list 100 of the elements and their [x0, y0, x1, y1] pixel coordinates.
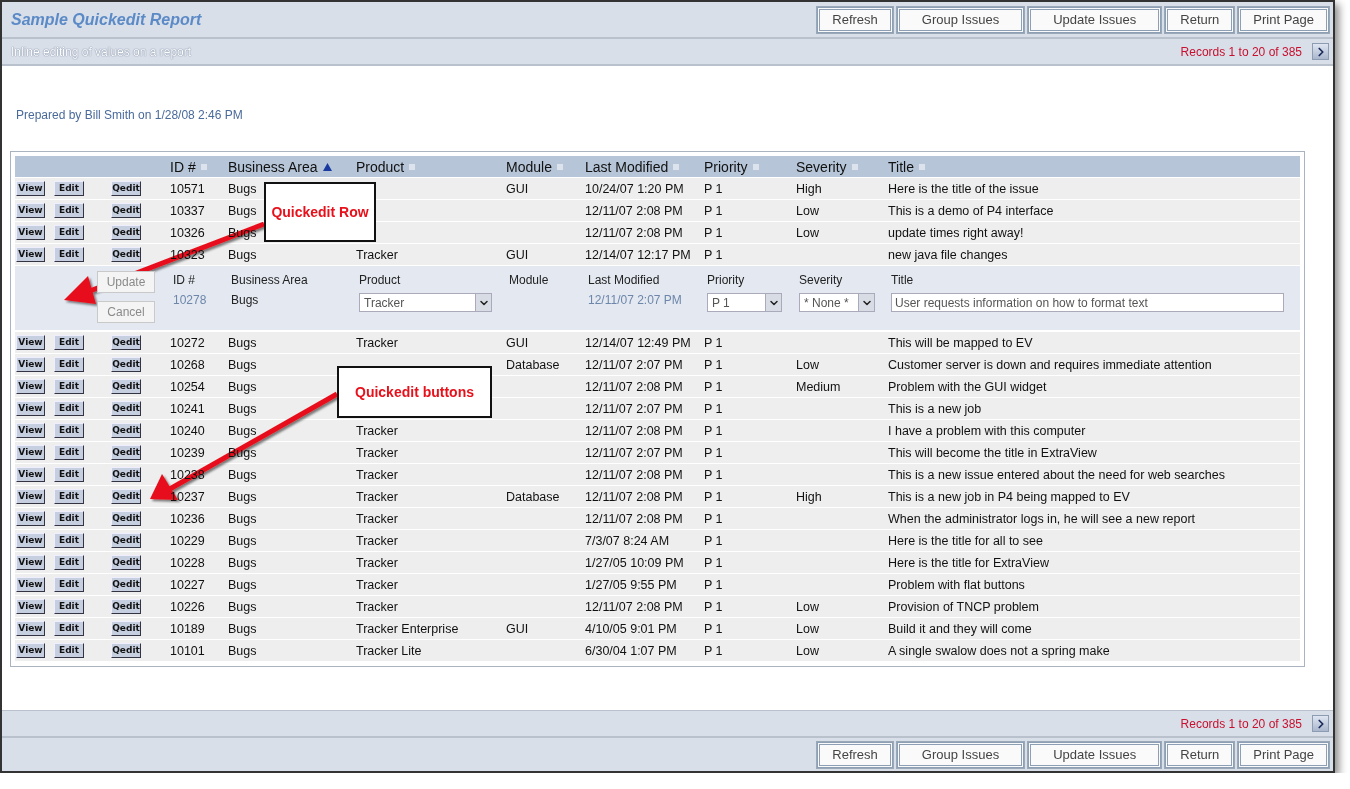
- column-header[interactable]: Product: [356, 158, 405, 175]
- table-cell: 12/11/07 2:08 PM: [585, 379, 683, 394]
- row-action-button[interactable]: Qedit: [111, 643, 141, 658]
- row-action-button[interactable]: Edit: [54, 423, 84, 438]
- row-action-button[interactable]: View: [16, 467, 45, 482]
- table-cell: 12/11/07 2:07 PM: [585, 401, 683, 416]
- next-page-button[interactable]: [1312, 43, 1329, 60]
- row-action-button[interactable]: View: [16, 599, 45, 614]
- row-action-button[interactable]: Qedit: [111, 621, 141, 636]
- row-action-button[interactable]: View: [16, 445, 45, 460]
- row-action-button[interactable]: View: [16, 555, 45, 570]
- row-action-button[interactable]: Qedit: [111, 203, 141, 218]
- row-action-button[interactable]: View: [16, 489, 45, 504]
- row-action-button[interactable]: View: [16, 357, 45, 372]
- row-action-button[interactable]: View: [16, 423, 45, 438]
- sort-handle-icon[interactable]: [556, 163, 563, 170]
- table-cell: Customer server is down and requires immediate attention: [888, 357, 1212, 372]
- row-action-button[interactable]: Edit: [54, 621, 84, 636]
- sort-handle-icon[interactable]: [673, 163, 680, 170]
- page-button[interactable]: Print Page: [1238, 6, 1329, 33]
- row-action-button[interactable]: View: [16, 577, 45, 592]
- page-button[interactable]: Return: [1165, 6, 1235, 33]
- column-header[interactable]: ID #: [170, 158, 196, 175]
- row-action-button[interactable]: View: [16, 335, 45, 350]
- row-action-button[interactable]: View: [16, 401, 45, 416]
- page-button[interactable]: Refresh: [817, 741, 893, 768]
- select-field[interactable]: Tracker: [359, 293, 492, 312]
- title-input[interactable]: User requests information on how to format text: [891, 293, 1284, 312]
- table-cell: 10/24/07 1:20 PM: [585, 181, 684, 196]
- sort-handle-icon[interactable]: [918, 163, 925, 170]
- sort-handle-icon[interactable]: [409, 163, 416, 170]
- page-button[interactable]: Return: [1165, 741, 1235, 768]
- row-action-button[interactable]: Qedit: [111, 335, 141, 350]
- table-cell: Build it and they will come: [888, 621, 1032, 636]
- table-cell: 12/11/07 2:08 PM: [585, 511, 683, 526]
- column-header[interactable]: Module: [506, 158, 552, 175]
- row-action-button[interactable]: View: [16, 203, 45, 218]
- table-cell: 6/30/04 1:07 PM: [585, 643, 677, 658]
- column-header[interactable]: Priority: [704, 158, 748, 175]
- select-field[interactable]: * None *: [799, 293, 875, 312]
- row-action-button[interactable]: Qedit: [111, 357, 141, 372]
- row-action-button[interactable]: View: [16, 621, 45, 636]
- table-cell: Tracker: [356, 555, 398, 570]
- page-button[interactable]: Update Issues: [1028, 6, 1162, 33]
- row-action-button[interactable]: Qedit: [111, 467, 141, 482]
- row-action-button[interactable]: Qedit: [111, 577, 141, 592]
- row-action-button[interactable]: View: [16, 181, 45, 196]
- row-action-button[interactable]: Qedit: [111, 533, 141, 548]
- row-action-button[interactable]: Qedit: [111, 445, 141, 460]
- column-header[interactable]: Last Modified: [585, 158, 669, 175]
- row-action-button[interactable]: Edit: [54, 511, 84, 526]
- page-button[interactable]: Refresh: [817, 6, 893, 33]
- row-action-button[interactable]: Edit: [54, 335, 84, 350]
- row-action-button[interactable]: View: [16, 247, 45, 262]
- column-header[interactable]: Business Area: [228, 158, 318, 175]
- row-action-button[interactable]: Edit: [54, 203, 84, 218]
- row-action-button[interactable]: Qedit: [111, 599, 141, 614]
- column-header[interactable]: Title: [888, 158, 914, 175]
- row-action-button[interactable]: Qedit: [111, 423, 141, 438]
- row-action-button[interactable]: View: [16, 379, 45, 394]
- row-action-button[interactable]: Edit: [54, 599, 84, 614]
- row-action-button[interactable]: Qedit: [111, 247, 141, 262]
- row-action-button[interactable]: Qedit: [111, 555, 141, 570]
- row-action-button[interactable]: View: [16, 511, 45, 526]
- sort-handle-icon[interactable]: [851, 163, 858, 170]
- row-action-button[interactable]: Edit: [54, 445, 84, 460]
- sort-handle-icon[interactable]: [752, 163, 759, 170]
- row-action-button[interactable]: Qedit: [111, 511, 141, 526]
- page-button[interactable]: Group Issues: [896, 6, 1025, 33]
- row-action-button[interactable]: View: [16, 533, 45, 548]
- page-button[interactable]: Group Issues: [896, 741, 1025, 768]
- row-action-button[interactable]: Edit: [54, 643, 84, 658]
- table-cell: When the administrator logs in, he will see a new report: [888, 511, 1196, 526]
- page-button[interactable]: Print Page: [1238, 741, 1329, 768]
- table-cell: 4/10/05 9:01 PM: [585, 621, 677, 636]
- row-action-button[interactable]: Qedit: [111, 401, 141, 416]
- row-action-button[interactable]: Edit: [54, 247, 84, 262]
- select-field[interactable]: P 1: [707, 293, 782, 312]
- row-action-button[interactable]: Edit: [54, 467, 84, 482]
- row-action-button[interactable]: Edit: [54, 577, 84, 592]
- row-action-button[interactable]: Edit: [54, 489, 84, 504]
- sort-handle-icon[interactable]: [200, 163, 207, 170]
- row-action-button[interactable]: Edit: [54, 401, 84, 416]
- column-header[interactable]: Severity: [796, 158, 847, 175]
- row-action-button[interactable]: Qedit: [111, 489, 141, 504]
- page-button[interactable]: Update Issues: [1028, 741, 1162, 768]
- row-action-button[interactable]: Edit: [54, 533, 84, 548]
- row-action-button[interactable]: Edit: [54, 555, 84, 570]
- row-action-button[interactable]: Qedit: [111, 225, 141, 240]
- row-action-button[interactable]: Qedit: [111, 379, 141, 394]
- row-action-button[interactable]: Edit: [54, 357, 84, 372]
- row-action-button[interactable]: Edit: [54, 379, 84, 394]
- next-page-button[interactable]: [1312, 715, 1329, 732]
- row-action-button[interactable]: View: [16, 643, 45, 658]
- table-cell: Low: [796, 357, 819, 372]
- row-action-button[interactable]: Qedit: [111, 181, 141, 196]
- row-action-button[interactable]: Edit: [54, 225, 84, 240]
- row-action-button[interactable]: View: [16, 225, 45, 240]
- row-action-button[interactable]: Edit: [54, 181, 84, 196]
- sort-ascending-icon[interactable]: [322, 162, 332, 171]
